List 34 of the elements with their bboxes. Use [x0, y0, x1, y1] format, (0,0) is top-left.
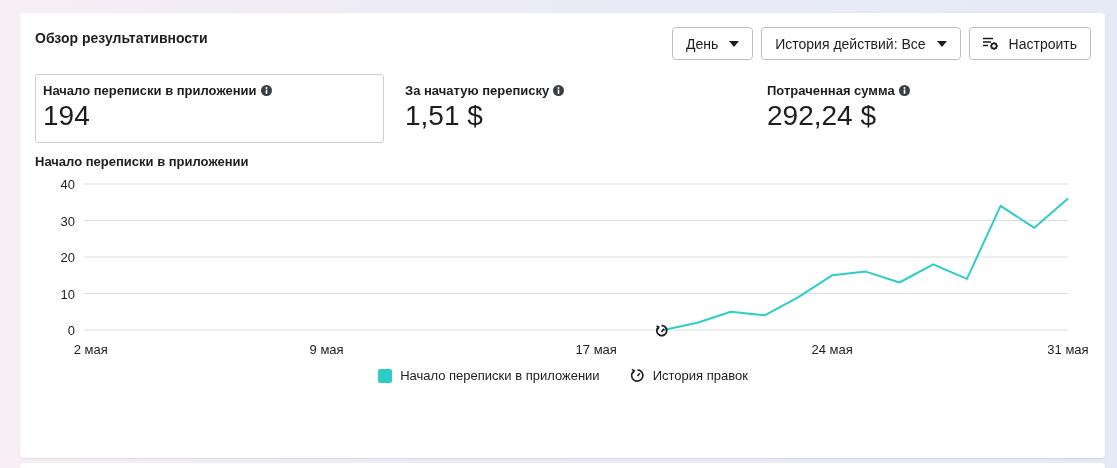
info-icon[interactable]	[260, 85, 272, 96]
settings-button[interactable]: Настроить	[968, 27, 1091, 60]
axis-label: 2 мая	[73, 342, 108, 357]
chart-title: Начало переписки в приложении	[35, 154, 250, 169]
info-icon[interactable]	[898, 85, 910, 96]
metric-label: За начатую переписку	[405, 83, 550, 98]
settings-icon	[982, 37, 998, 50]
metric-tile[interactable]: За начатую переписку 1,51 $	[397, 74, 746, 143]
caret-icon	[729, 40, 740, 47]
section-title: Обзор результативности	[35, 30, 208, 46]
history-icon	[629, 368, 645, 383]
axis-label: 9 мая	[309, 342, 344, 357]
history-icon[interactable]	[655, 324, 668, 337]
axis-label: 31 мая	[1047, 342, 1089, 357]
legend-label: История правок	[652, 368, 748, 383]
dropdown-button[interactable]: День	[671, 27, 754, 60]
axis-label: 17 мая	[575, 342, 617, 357]
axis-label: 0	[67, 323, 75, 338]
metric-card[interactable]: Начало переписки в приложении 194	[35, 74, 384, 143]
axis-label: 40	[60, 177, 75, 192]
axis-label: 20	[60, 250, 75, 265]
metric-label: Потраченная сумма	[767, 83, 895, 98]
metric-value: 292,24 $	[767, 100, 877, 132]
dropdown-button[interactable]: История действий: Все	[761, 27, 961, 60]
legend-label: Начало переписки в приложении	[400, 368, 600, 383]
axis-label: 24 мая	[811, 342, 853, 357]
info-icon[interactable]	[553, 85, 565, 96]
metric-value: 1,51 $	[405, 100, 484, 132]
axis-label: 30	[60, 213, 75, 229]
metric-value: 194	[43, 100, 91, 132]
metric-tile[interactable]: Потраченная сумма 292,24 $	[759, 74, 1108, 143]
axis-label: 10	[60, 286, 75, 302]
caret-icon	[936, 40, 947, 47]
metric-label: Начало переписки в приложении	[43, 83, 257, 98]
